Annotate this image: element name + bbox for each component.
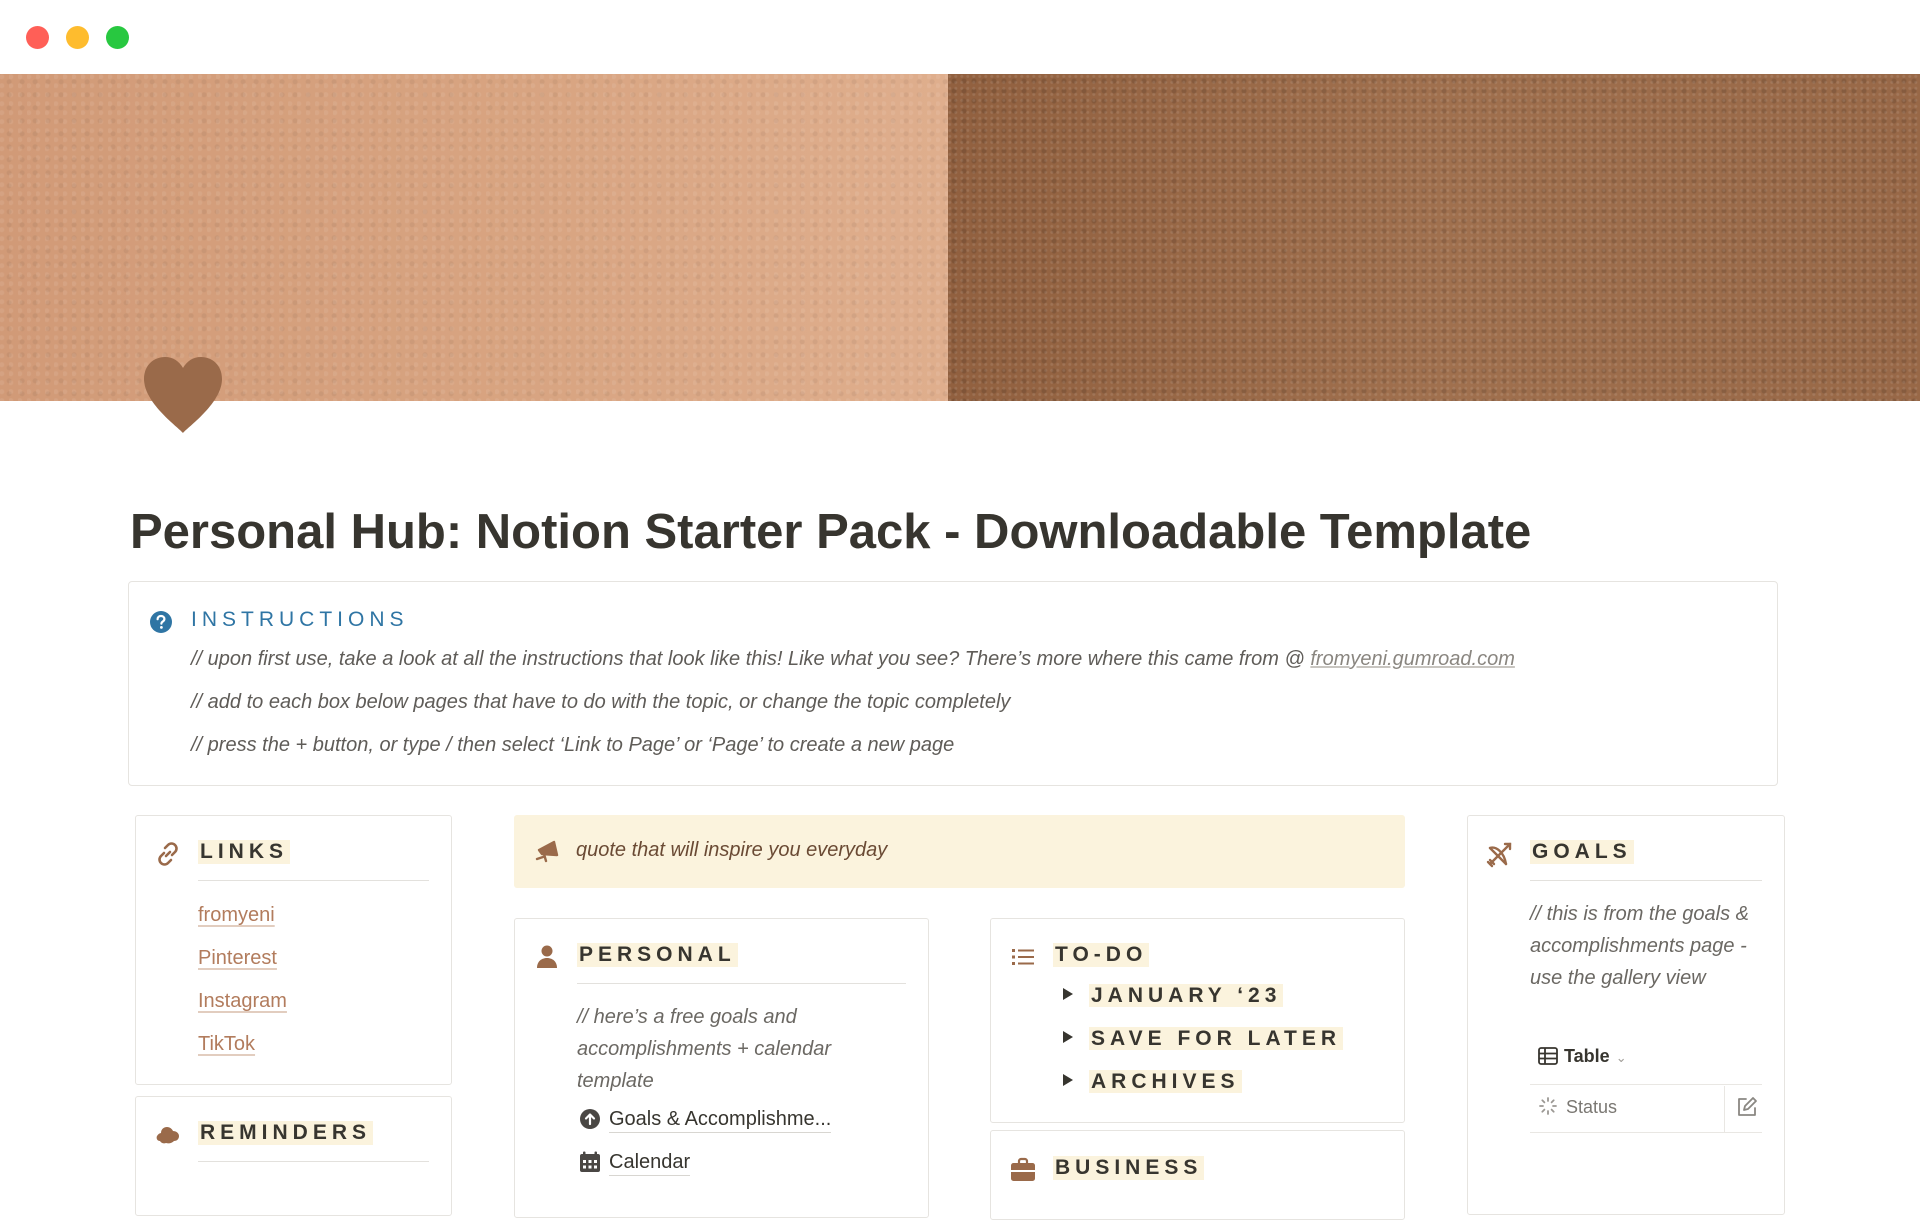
quote-callout: quote that will inspire you everyday [514,815,1405,888]
chevron-down-icon[interactable]: ⌄ [1616,1050,1627,1065]
divider [577,983,906,984]
toggle-label: ARCHIVES [1089,1070,1242,1093]
toggle-triangle-icon[interactable] [1063,1031,1073,1043]
quote-text[interactable]: quote that will inspire you everyday [576,839,887,862]
close-window-button[interactable] [26,26,49,49]
toggle-label: SAVE FOR LATER [1089,1027,1344,1050]
minimize-window-button[interactable] [66,26,89,49]
reminders-box: REMINDERS [135,1096,452,1216]
todo-heading: TO-DO [1053,943,1150,967]
business-heading: BUSINESS [1053,1156,1205,1180]
window-titlebar [0,0,1920,74]
cover-right-texture [948,74,1920,401]
goals-note: // this is from the goals & accomplishme… [1530,903,1749,989]
megaphone-icon [534,837,562,865]
list-icon [1009,943,1037,971]
question-icon [149,610,173,634]
status-column-header[interactable]: Status [1538,1096,1617,1118]
link-instagram[interactable]: Instagram [198,990,287,1013]
todo-box: TO-DO JANUARY ‘23 SAVE FOR LATER ARCHIVE… [990,918,1405,1123]
link-fromyeni[interactable]: fromyeni [198,904,275,927]
toggle-triangle-icon[interactable] [1063,1074,1073,1086]
goals-box: GOALS // this is from the goals & accomp… [1467,815,1785,1215]
personal-box: PERSONAL // here’s a free goals and acco… [514,918,929,1218]
page-link-label: Goals & Accomplishme... [609,1108,832,1133]
arrow-up-circle-icon [580,1109,600,1129]
personal-heading: PERSONAL [577,943,738,967]
divider [198,1161,429,1162]
person-icon [533,943,561,971]
heart-icon[interactable] [140,355,226,435]
links-box: LINKS fromyeni Pinterest Instagram TikTo… [135,815,452,1085]
instruction-text: // upon first use, take a look at all th… [191,648,1311,670]
divider [1530,880,1762,881]
page-cover-image[interactable] [0,74,1920,401]
link-icon [154,840,182,868]
maximize-window-button[interactable] [106,26,129,49]
instructions-callout: INSTRUCTIONS // upon first use, take a l… [128,581,1778,786]
table-icon [1538,1047,1558,1065]
page-link-calendar[interactable]: Calendar [579,1151,691,1176]
cover-left-texture [0,74,948,401]
page-link-label: Calendar [609,1151,691,1176]
table-view-tab[interactable]: Table ⌄ [1538,1046,1627,1067]
personal-note: // here’s a free goals and accomplishmen… [577,1006,832,1092]
page-title[interactable]: Personal Hub: Notion Starter Pack - Down… [130,502,1790,562]
briefcase-icon [1009,1156,1037,1184]
instruction-line: // upon first use, take a look at all th… [191,648,1515,671]
table-top-border [1530,1084,1762,1085]
calendar-icon [580,1151,600,1172]
reminders-heading: REMINDERS [198,1121,374,1145]
gumroad-link[interactable]: fromyeni.gumroad.com [1310,648,1515,670]
toggle-triangle-icon[interactable] [1063,988,1073,1000]
goals-heading: GOALS [1530,840,1634,864]
cloud-icon [154,1121,182,1149]
page-link-goals[interactable]: Goals & Accomplishme... [579,1108,832,1133]
instruction-line: // add to each box below pages that have… [191,691,1011,713]
edit-icon[interactable] [1736,1096,1758,1123]
view-label: Table [1564,1046,1610,1066]
toggle-save-for-later[interactable]: SAVE FOR LATER [1063,1027,1344,1051]
link-pinterest[interactable]: Pinterest [198,947,277,970]
column-separator [1724,1086,1725,1132]
bow-and-arrow-icon [1486,840,1514,868]
column-header-label: Status [1566,1097,1618,1117]
table-row-border [1530,1132,1762,1133]
links-heading: LINKS [198,840,290,864]
instructions-heading: INSTRUCTIONS [191,608,409,631]
toggle-archives[interactable]: ARCHIVES [1063,1070,1242,1094]
toggle-label: JANUARY ‘23 [1089,984,1284,1007]
divider [198,880,429,881]
status-loading-icon [1539,1097,1557,1115]
link-tiktok[interactable]: TikTok [198,1033,255,1056]
toggle-january[interactable]: JANUARY ‘23 [1063,984,1284,1008]
business-box: BUSINESS [990,1130,1405,1220]
instruction-line: // press the + button, or type / then se… [191,734,955,756]
